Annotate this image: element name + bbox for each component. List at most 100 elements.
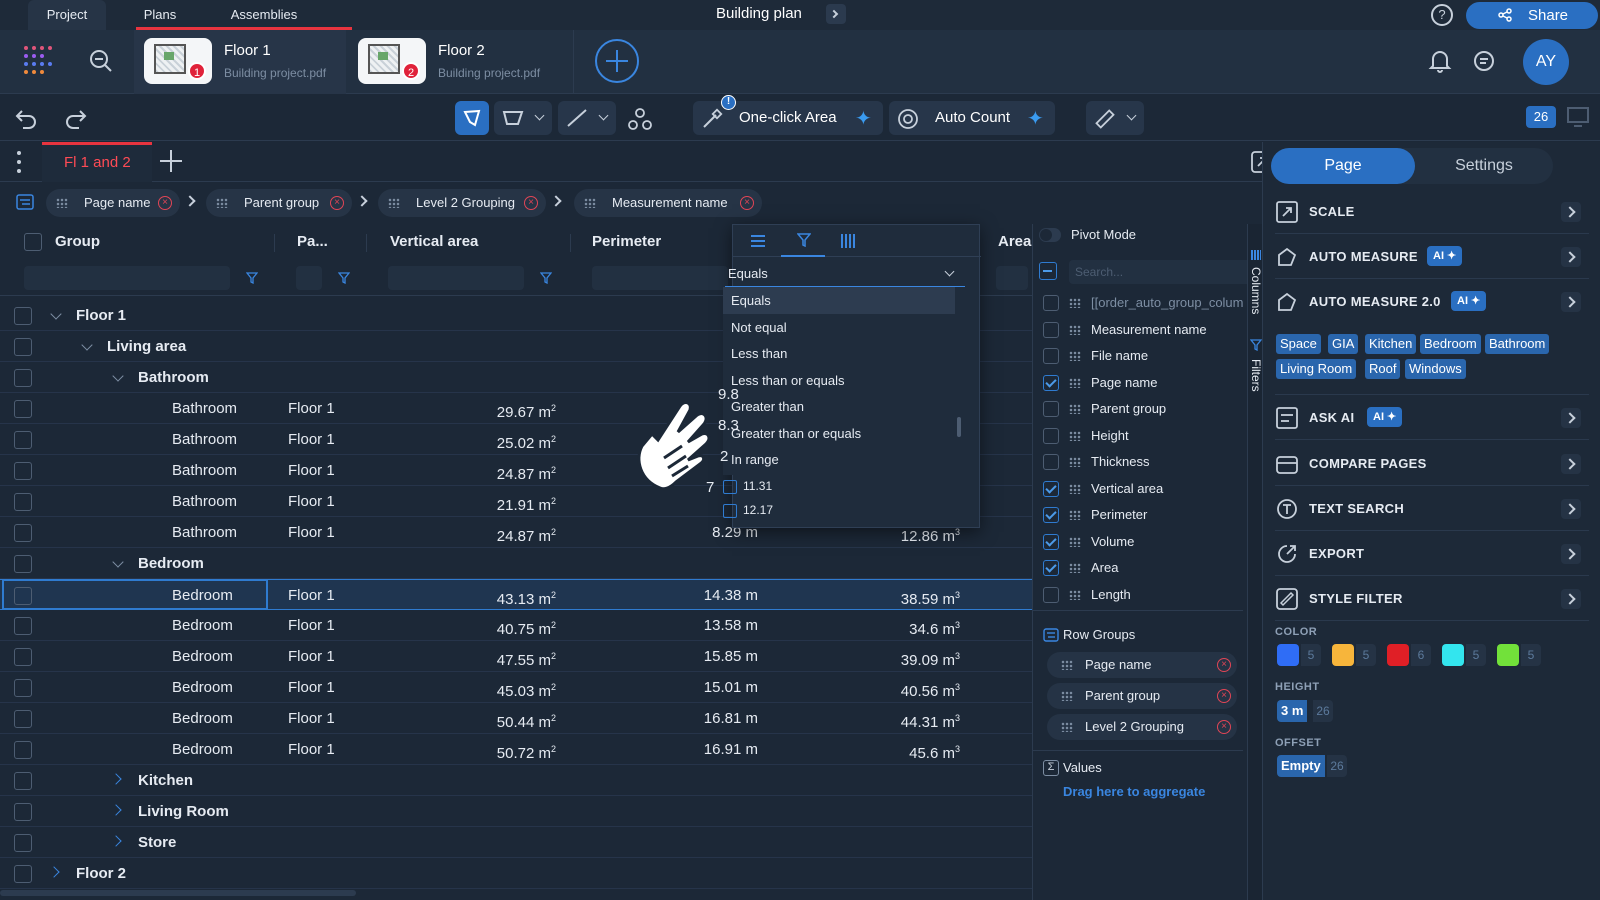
tag-windows[interactable]: Windows [1405,359,1466,379]
row-group-chip[interactable]: Parent group × [1047,683,1237,709]
row-checkbox[interactable] [14,369,32,387]
column-checkbox[interactable] [1043,295,1059,311]
horizontal-scrollbar[interactable] [0,890,356,896]
column-item[interactable]: [[order_auto_group_colum [1043,290,1253,316]
column-checkbox[interactable] [1043,401,1059,417]
group-row[interactable]: Kitchen [0,765,1032,796]
tab-assemblies[interactable]: Assemblies [222,0,306,30]
column-search-input[interactable]: Search... [1069,260,1253,284]
section-ask-ai[interactable]: ASK AI AI ✦ [1275,396,1589,440]
column-checkbox[interactable] [1043,533,1059,550]
chevron-down-icon[interactable] [112,556,124,568]
remove-icon[interactable]: × [330,196,344,210]
column-item[interactable]: Measurement name [1043,317,1253,343]
color-swatch[interactable] [1442,644,1464,666]
header-group[interactable]: Group [55,224,100,260]
drag-handle-icon[interactable] [1069,430,1081,441]
tag-bathroom[interactable]: Bathroom [1485,334,1550,354]
section-export[interactable]: EXPORT [1275,532,1589,576]
section-compare-pages[interactable]: COMPARE PAGES [1275,442,1589,486]
notification-bell-icon[interactable] [1428,48,1452,74]
section-auto-measure[interactable]: AUTO MEASURE AI ✦ [1275,235,1589,279]
add-view-button[interactable] [160,150,182,172]
header-page[interactable]: Pa... [297,224,328,260]
table-row[interactable]: Bedroom Floor 1 47.55 m2 15.85 m 39.09 m3 [0,641,1032,672]
columns-icon[interactable] [841,234,855,248]
drag-handle-icon[interactable] [1069,404,1081,414]
drag-handle-icon[interactable] [1069,324,1081,335]
search-zoom-icon[interactable] [88,48,114,74]
column-checkbox[interactable] [1043,560,1059,576]
area-filter-input[interactable] [996,266,1028,290]
column-item[interactable]: Thickness [1043,449,1253,475]
value-checkbox[interactable] [723,504,737,518]
option-equals[interactable]: Equals [723,287,955,314]
row-checkbox[interactable] [14,493,32,511]
row-checkbox[interactable] [14,400,32,418]
remove-icon[interactable]: × [158,196,172,210]
column-item[interactable]: Height [1043,423,1253,449]
section-text-search[interactable]: TEXT SEARCH [1275,487,1589,531]
tag-living-room[interactable]: Living Room [1276,359,1357,379]
remove-icon[interactable]: × [524,196,538,210]
section-style-filter[interactable]: STYLE FILTER [1275,577,1589,621]
section-scale[interactable]: SCALE [1275,190,1589,234]
column-item[interactable]: File name [1043,343,1253,369]
drag-handle-icon[interactable] [1069,377,1081,388]
tab-project[interactable]: Project [28,0,106,30]
remove-icon[interactable]: × [1217,658,1231,672]
color-swatch[interactable] [1497,644,1519,666]
row-checkbox[interactable] [14,555,32,573]
row-checkbox[interactable] [14,803,32,821]
comments-icon[interactable] [1472,49,1496,73]
tab-settings[interactable]: Settings [1415,148,1553,184]
table-row[interactable]: Bedroom Floor 1 50.72 m2 16.91 m 45.6 m3 [0,734,1032,765]
height-value-chip[interactable]: 3 m [1277,700,1308,722]
color-swatch[interactable] [1332,644,1354,666]
row-checkbox[interactable] [14,772,32,790]
row-checkbox[interactable] [14,710,32,728]
page-count-badge[interactable]: 26 [1526,106,1556,128]
monitor-icon[interactable] [1566,106,1590,128]
one-click-area-button[interactable]: ! One-click Area ✦ [693,95,883,135]
polygon-area-tool[interactable] [455,101,489,135]
column-checkbox[interactable] [1043,321,1059,338]
column-item[interactable]: Area [1043,555,1253,581]
group-chip-measurement-name[interactable]: Measurement name × [574,189,762,217]
tag-space[interactable]: Space [1276,334,1321,354]
tag-bedroom[interactable]: Bedroom [1420,334,1481,354]
drag-handle-icon[interactable] [1069,510,1081,520]
select-all-checkbox[interactable] [24,233,42,251]
row-checkbox[interactable] [14,648,32,666]
row-group-chip[interactable]: Page name × [1047,652,1237,678]
column-checkbox[interactable] [1043,454,1059,470]
option-in-range[interactable]: In range [723,446,955,473]
group-chip-page-name[interactable]: Page name × [46,189,180,217]
chevron-right-icon[interactable] [48,866,60,878]
row-checkbox[interactable] [14,741,32,759]
section-auto-measure-2[interactable]: AUTO MEASURE 2.0 AI ✦ [1275,280,1589,324]
filter-icon[interactable] [797,233,811,247]
drag-handle-icon[interactable] [1069,536,1081,547]
add-page-button[interactable] [595,39,639,83]
drag-handle-icon[interactable] [1069,351,1081,361]
pivot-mode-toggle[interactable] [1039,228,1061,242]
column-checkbox[interactable] [1043,427,1059,444]
column-checkbox[interactable] [1043,348,1059,364]
drag-handle-icon[interactable] [1069,483,1081,494]
tag-kitchen[interactable]: Kitchen [1365,334,1417,354]
chevron-right-icon[interactable] [110,835,122,847]
header-perimeter[interactable]: Perimeter [592,224,661,260]
color-swatch[interactable] [1387,644,1409,666]
tab-page[interactable]: Page [1271,148,1415,184]
page-card-floor-1[interactable]: 1 Floor 1 Building project.pdf [136,38,344,88]
tab-fl-1-and-2[interactable]: Fl 1 and 2 [42,142,152,182]
column-checkbox[interactable] [1043,374,1059,391]
row-checkbox[interactable] [14,679,32,697]
column-checkbox[interactable] [1043,507,1059,523]
group-row[interactable]: Bedroom [0,548,1032,579]
vertical-area-filter-input[interactable] [388,266,524,290]
column-item[interactable]: Length [1043,582,1253,608]
column-item[interactable]: Volume [1043,529,1253,555]
group-row[interactable]: Floor 2 [0,858,1032,889]
